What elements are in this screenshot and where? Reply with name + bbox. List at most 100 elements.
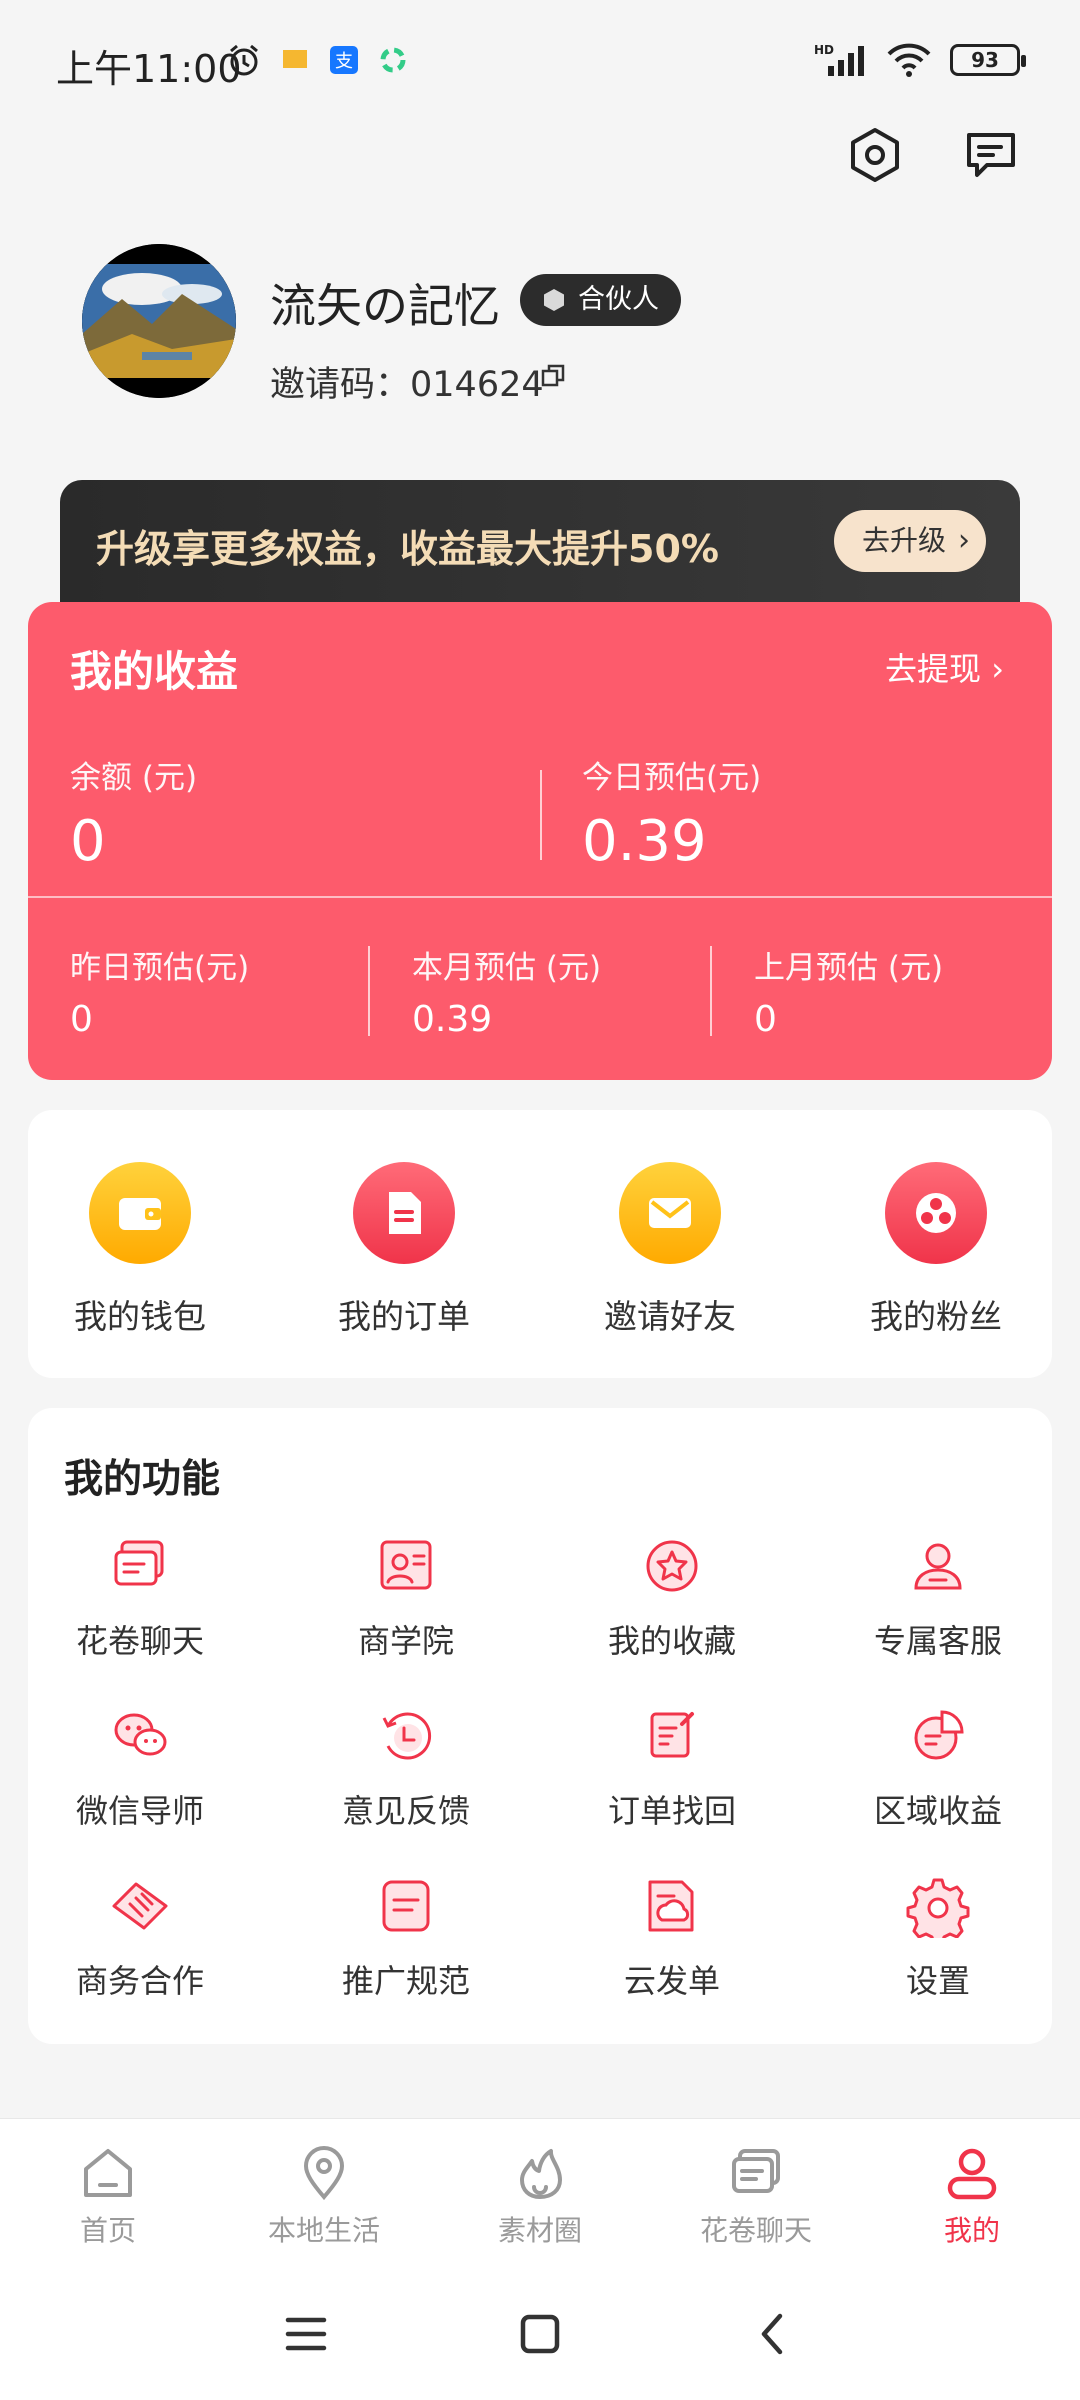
wifi-icon [887,43,931,77]
quick-action-invite[interactable]: 邀请好友 [580,1162,760,1338]
invite-code-row: 邀请码：014624 [270,356,544,407]
home-button[interactable] [510,2304,570,2364]
upgrade-button[interactable]: 去升级 › [833,510,986,572]
flame-icon [508,2141,572,2205]
divider [540,770,542,860]
balance-value: 0 [70,809,106,874]
copy-icon[interactable] [540,362,568,390]
function-order-recover[interactable]: 订单找回 [572,1700,772,1832]
withdraw-link[interactable]: 去提现 › [885,644,1004,690]
quick-actions-card: 我的钱包 我的订单 邀请好友 我的粉丝 [28,1110,1052,1378]
user-icon [940,2141,1004,2205]
message-icon [283,50,307,68]
chevron-right-icon: › [991,650,1004,688]
feedback-icon [370,1700,442,1772]
tab-label: 本地生活 [267,2214,380,2247]
avatar-landscape-image [82,244,236,398]
settings-button[interactable] [842,122,908,188]
partner-badge: 合伙人 [520,274,681,326]
svg-text:HD: HD [814,43,834,57]
tab-chat[interactable]: 花卷聊天 [666,2141,846,2249]
function-label: 区域收益 [873,1792,1002,1830]
messages-button[interactable] [958,122,1024,188]
bottom-tab-bar: 首页 本地生活 素材圈 花卷聊天 我的 [0,2118,1080,2268]
hexagon-badge-icon [544,289,564,311]
function-label: 花卷聊天 [75,1622,204,1660]
yesterday-estimate-label: 昨日预估(元) [70,950,250,986]
function-chat[interactable]: 花卷聊天 [40,1530,240,1662]
balance-label: 余额 (元) [70,760,198,796]
gear-icon [902,1870,974,1942]
signal-icon: HD [814,43,864,76]
message-square-icon [967,133,1015,177]
function-label: 我的收藏 [607,1622,736,1660]
function-label: 设置 [905,1962,970,2000]
yesterday-estimate-block: 昨日预估(元) 0 [70,942,249,1040]
functions-title: 我的功能 [64,1457,221,1502]
function-region-earnings[interactable]: 区域收益 [838,1700,1038,1832]
status-system-icons: HD 93 [814,42,1026,78]
upgrade-button-label: 去升级 [861,524,946,557]
quick-action-wallet[interactable]: 我的钱包 [50,1162,230,1338]
status-bar: 上午11:00 支 HD 93 [0,0,1080,120]
quick-action-label: 我的订单 [338,1297,470,1336]
quick-action-label: 我的钱包 [74,1297,206,1336]
app-icon [380,47,406,73]
today-estimate-block: 今日预估(元) 0.39 [582,752,761,874]
pie-chart-icon [902,1700,974,1772]
function-support[interactable]: 专属客服 [838,1530,1038,1662]
tab-local-life[interactable]: 本地生活 [234,2141,414,2249]
academy-icon [370,1530,442,1602]
home-icon [76,2141,140,2205]
chat-icon [104,1530,176,1602]
menu-button[interactable] [276,2304,336,2364]
tab-me[interactable]: 我的 [882,2141,1062,2249]
function-promo-rules[interactable]: 推广规范 [306,1870,506,2002]
fans-icon [885,1162,987,1264]
function-label: 推广规范 [341,1962,470,2000]
divider [710,946,712,1036]
balance-block: 余额 (元) 0 [70,752,197,874]
function-feedback[interactable]: 意见反馈 [306,1700,506,1832]
function-label: 微信导师 [75,1792,204,1830]
nickname: 流矢の記忆 [270,279,500,333]
upgrade-text: 升级享更多权益，收益最大提升50% [96,527,719,571]
status-time: 上午11:00 [56,47,242,91]
quick-action-label: 我的粉丝 [870,1297,1002,1336]
function-cloud-send[interactable]: 云发单 [572,1870,772,2002]
quick-action-fans[interactable]: 我的粉丝 [846,1162,1026,1338]
profile-header: 流矢の記忆 合伙人 邀请码：014624 [82,244,1002,407]
badge-label: 合伙人 [578,284,659,315]
today-estimate-value: 0.39 [582,809,707,874]
last-month-estimate-block: 上月预估 (元) 0 [754,942,943,1040]
invite-code-label: 邀请码： [270,365,411,405]
earnings-card: 我的收益 去提现 › 余额 (元) 0 今日预估(元) 0.39 昨日预估(元)… [28,602,1052,1080]
tab-label: 我的 [943,2214,1000,2247]
alipay-icon: 支 [330,46,358,74]
hexagon-settings-icon [851,128,899,182]
function-label: 商务合作 [75,1962,204,2000]
cloud-send-icon [636,1870,708,1942]
document-icon [370,1870,442,1942]
today-estimate-label: 今日预估(元) [582,760,762,796]
tab-label: 首页 [79,2214,136,2247]
month-estimate-label: 本月预估 (元) [412,950,602,986]
yesterday-estimate-value: 0 [70,999,93,1040]
avatar[interactable] [82,244,236,398]
battery-level: 93 [971,48,999,72]
function-business[interactable]: 商务合作 [40,1870,240,2002]
quick-action-orders[interactable]: 我的订单 [314,1162,494,1338]
wechat-icon [104,1700,176,1772]
function-favorites[interactable]: 我的收藏 [572,1530,772,1662]
system-navigation-bar [0,2268,1080,2400]
function-wechat-mentor[interactable]: 微信导师 [40,1700,240,1832]
top-actions [842,122,1024,188]
svg-text:支: 支 [335,51,353,72]
last-month-estimate-value: 0 [754,999,777,1040]
last-month-estimate-label: 上月预估 (元) [754,950,944,986]
function-academy[interactable]: 商学院 [306,1530,506,1662]
tab-home[interactable]: 首页 [18,2141,198,2249]
back-button[interactable] [744,2304,804,2364]
tab-material-circle[interactable]: 素材圈 [450,2141,630,2249]
function-settings[interactable]: 设置 [838,1870,1038,2002]
